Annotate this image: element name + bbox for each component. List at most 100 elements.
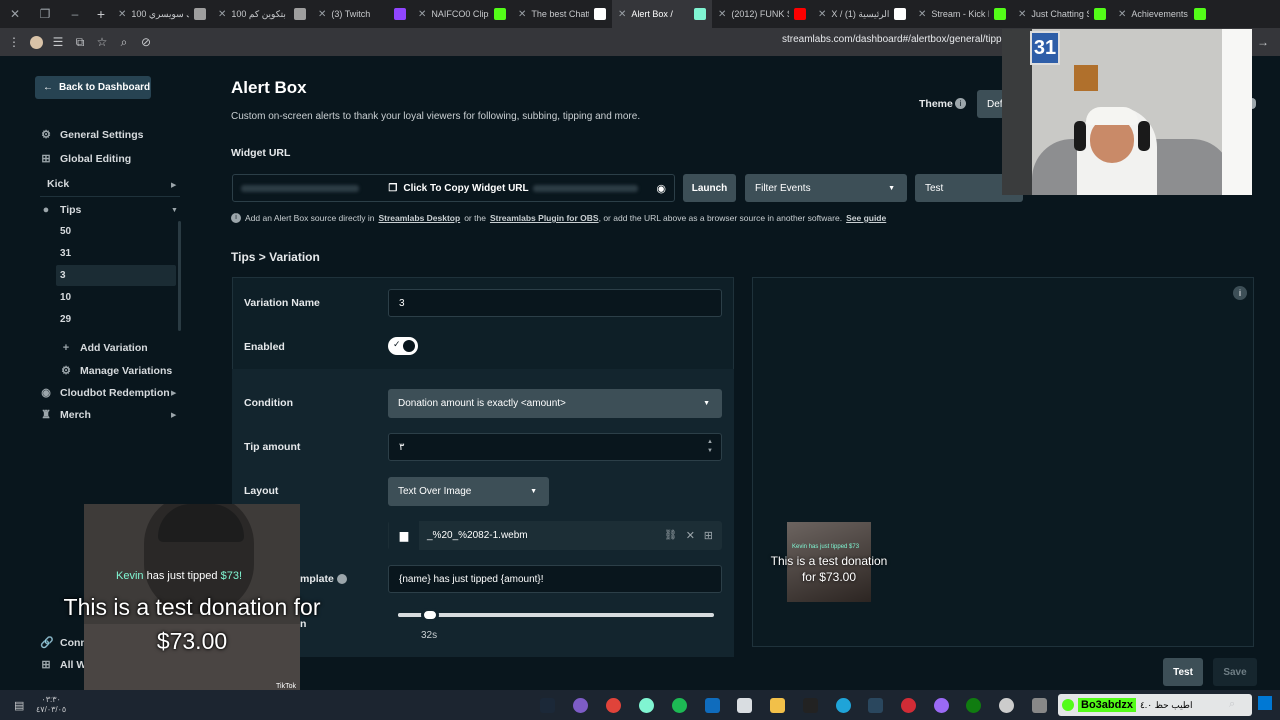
variation-name-input[interactable]: 3 <box>388 289 722 317</box>
tracking-off-icon[interactable]: ⊘ <box>135 31 157 53</box>
xbox-icon[interactable] <box>966 698 981 713</box>
enabled-toggle[interactable]: ✓ <box>388 337 418 355</box>
browser-tab[interactable]: ✕ 100 بتكوين كم <box>212 0 312 28</box>
new-tab-button[interactable]: + <box>90 6 112 22</box>
sidebar-item-all-widgets[interactable]: ⊞ All W <box>40 658 86 672</box>
close-tab-icon[interactable]: ✕ <box>1018 9 1026 20</box>
sidebar-icon[interactable]: ☰ <box>47 31 69 53</box>
browser-tab[interactable]: ✕ 100 فرنك سويسري <box>112 0 212 28</box>
task-view-icon[interactable] <box>1032 698 1047 713</box>
go-arrow-icon[interactable]: → <box>1252 31 1274 53</box>
sidebar-item-global-editing[interactable]: ⊞ Global Editing <box>40 152 131 166</box>
tip-variation-item[interactable]: 50 <box>60 226 71 237</box>
close-tab-icon[interactable]: ✕ <box>218 9 226 20</box>
browser-tab[interactable]: ✕ (2012) FUNK S <box>712 0 812 28</box>
clock[interactable]: ٠٣:٣٠ ٤٧/٠٣/٠٥ <box>36 695 66 715</box>
browser-tab[interactable]: ✕ X / الرئيسية (1) <box>812 0 912 28</box>
condition-select[interactable]: Donation amount is exactly <amount> ▼ <box>388 389 722 418</box>
search-icon[interactable]: ⌕ <box>1229 698 1235 711</box>
tip-variation-item-selected[interactable]: 3 <box>60 270 66 281</box>
tip-variation-item[interactable]: 31 <box>60 248 71 259</box>
info-icon[interactable]: i <box>1233 286 1247 300</box>
profile-avatar[interactable] <box>25 31 47 53</box>
sidebar-item-general-settings[interactable]: ⚙ General Settings <box>40 128 143 142</box>
folder-icon[interactable]: ▆ <box>389 521 419 550</box>
duration-slider[interactable] <box>398 608 714 622</box>
tip-variation-item[interactable]: 10 <box>60 292 71 303</box>
tip-amount-input[interactable]: ٣ ▲ ▼ <box>388 433 722 461</box>
folder-icon[interactable] <box>770 698 785 713</box>
steam-icon[interactable] <box>868 698 883 713</box>
back-to-dashboard-button[interactable]: ← Back to Dashboard <box>35 76 151 99</box>
sidebar-item-tips[interactable]: ● Tips <box>40 204 82 216</box>
menu-icon[interactable]: ⋮ <box>3 31 25 53</box>
app-icon[interactable] <box>901 698 916 713</box>
close-tab-icon[interactable]: ✕ <box>518 9 526 20</box>
eye-icon[interactable]: ◉ <box>656 182 666 195</box>
edge-icon[interactable] <box>836 698 851 713</box>
see-guide-link[interactable]: See guide <box>846 213 886 223</box>
close-tab-icon[interactable]: ✕ <box>418 9 426 20</box>
link-icon[interactable]: ⛓ <box>664 530 677 541</box>
spotify-icon[interactable] <box>672 698 687 713</box>
steam-icon[interactable] <box>540 698 555 713</box>
browser-tab[interactable]: ✕ Just Chatting S <box>1012 0 1112 28</box>
obs-plugin-link[interactable]: Streamlabs Plugin for OBS <box>490 213 599 223</box>
add-variation-button[interactable]: + Add Variation <box>60 342 148 354</box>
url-text[interactable]: streamlabs.com/dashboard#/alertbox/gener… <box>782 34 1015 45</box>
close-window-icon[interactable]: ✕ <box>0 0 30 28</box>
settings-icon[interactable] <box>999 698 1014 713</box>
minimize-window-icon[interactable]: – <box>60 0 90 28</box>
close-tab-icon[interactable]: ✕ <box>118 9 126 20</box>
close-tab-icon[interactable]: ✕ <box>918 9 926 20</box>
chrome-icon[interactable] <box>606 698 621 713</box>
close-icon[interactable]: ✕ <box>686 529 695 542</box>
browser-tab[interactable]: ✕ Achievements <box>1112 0 1212 28</box>
save-button[interactable]: Save <box>1213 658 1257 686</box>
close-tab-icon[interactable]: ✕ <box>1118 9 1126 20</box>
browser-tab[interactable]: ✕ (3) Twitch <box>312 0 412 28</box>
copilot-icon[interactable] <box>934 698 949 713</box>
test-button[interactable]: Test <box>1163 658 1203 686</box>
close-tab-icon[interactable]: ✕ <box>718 9 726 20</box>
info-icon[interactable] <box>337 574 347 584</box>
outlook-icon[interactable] <box>705 698 720 713</box>
bookmark-star-icon[interactable]: ☆ <box>91 31 113 53</box>
sidebar-item-cloudbot[interactable]: ◉ Cloudbot Redemption <box>40 386 169 400</box>
windows-start-icon[interactable] <box>1258 696 1272 710</box>
media-icon[interactable] <box>803 698 818 713</box>
browser-tab[interactable]: ✕ Stream - Kick D <box>912 0 1012 28</box>
message-template-input[interactable]: {name} has just tipped {amount}! <box>388 565 722 593</box>
grid-icon[interactable]: ⊞ <box>704 529 713 542</box>
info-icon[interactable]: i <box>955 98 966 109</box>
launch-button[interactable]: Launch <box>683 174 736 202</box>
store-icon[interactable] <box>737 698 752 713</box>
extensions-icon[interactable]: ⧉ <box>69 31 91 53</box>
browser-tab[interactable]: ✕ NAIFCO0 Clips <box>412 0 512 28</box>
restore-window-icon[interactable]: ❐ <box>30 0 60 28</box>
close-tab-icon[interactable]: ✕ <box>618 9 626 20</box>
close-tab-icon[interactable]: ✕ <box>818 9 826 20</box>
app-icon[interactable] <box>573 698 588 713</box>
streamlabs-desktop-link[interactable]: Streamlabs Desktop <box>378 213 460 223</box>
notification-banner[interactable]: Bo3abdzx اطيب حظ ٤.٠ <box>1058 694 1252 716</box>
zoom-icon[interactable]: ⌕ <box>113 31 135 53</box>
streamlabs-icon[interactable] <box>639 698 654 713</box>
layout-select[interactable]: Text Over Image ▼ <box>388 477 549 506</box>
sidebar-item-kick[interactable]: Kick <box>47 178 69 190</box>
browser-tab[interactable]: ✕ Alert Box / <box>612 0 712 28</box>
media-file-field[interactable]: ▆ _%20_%2082-1.webm ⛓ ✕ ⊞ <box>388 521 722 550</box>
sidebar-item-merch[interactable]: ♜ Merch <box>40 408 91 422</box>
slider-handle[interactable] <box>420 608 439 622</box>
filter-events-select[interactable]: Filter Events ▼ <box>745 174 907 202</box>
copy-widget-url-button[interactable]: ❐ Click To Copy Widget URL <box>388 183 528 194</box>
notification-icon[interactable]: ▤ <box>14 699 24 712</box>
manage-variations-button[interactable]: ⚙ Manage Variations <box>60 364 172 378</box>
tip-variation-item[interactable]: 29 <box>60 314 71 325</box>
widget-url-field[interactable]: ❐ Click To Copy Widget URL ◉ <box>232 174 675 202</box>
browser-tab[interactable]: ✕ The best Chatting <box>512 0 612 28</box>
stepper-icon[interactable]: ▲ ▼ <box>707 438 713 456</box>
scrollbar[interactable] <box>178 221 181 331</box>
close-tab-icon[interactable]: ✕ <box>318 9 326 20</box>
overlay-donation-text: This is a test donation for $73.00 <box>63 594 321 654</box>
